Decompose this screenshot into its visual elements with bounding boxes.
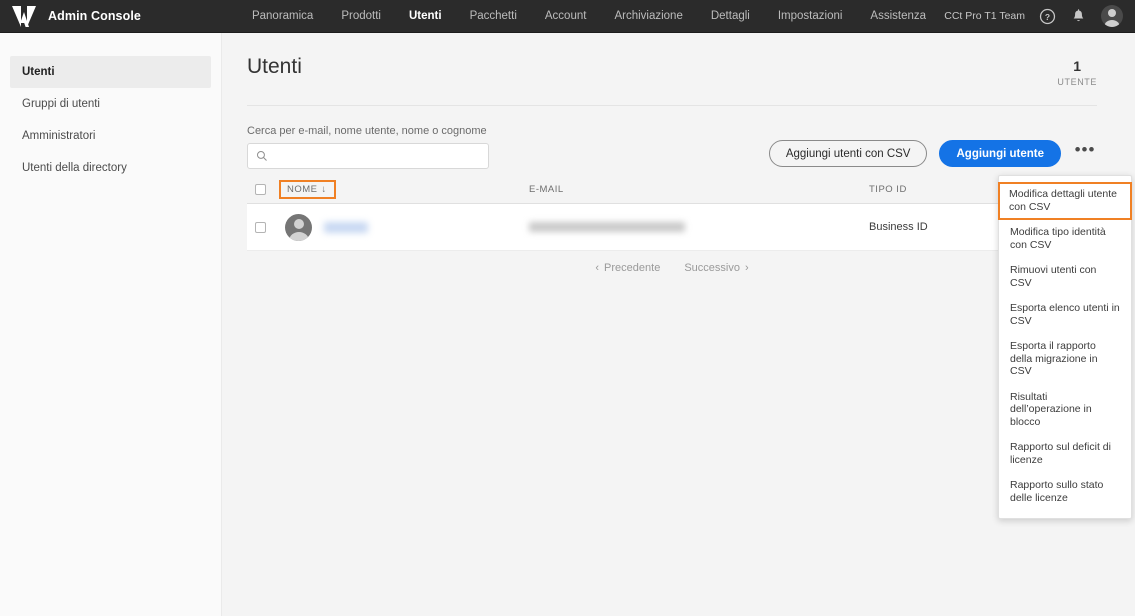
pagination-next-label: Successivo [684,262,740,274]
svg-text:?: ? [1045,11,1050,21]
top-navigation-bar: Admin Console Panoramica Prodotti Utenti… [0,0,1135,33]
user-count-value: 1 [1073,58,1082,74]
page-title: Utenti [247,55,302,78]
menu-item-rimuovi-utenti-con-csv[interactable]: Rimuovi utenti con CSV [999,258,1131,296]
search-label: Cerca per e-mail, nome utente, nome o co… [247,125,487,137]
sidebar: Utenti Gruppi di utenti Amministratori U… [0,33,222,616]
pagination-previous-label: Precedente [604,262,661,274]
row-email-redacted [529,222,685,232]
organization-name: CCt Pro T1 Team [944,10,1025,22]
chevron-left-icon: ‹ [595,262,600,274]
menu-item-modifica-tipo-identita-con-csv[interactable]: Modifica tipo identità con CSV [999,220,1131,258]
users-table: NOME ↓ E-MAIL TIPO ID PRODOT Business ID… [247,175,1097,283]
table-row[interactable]: Business ID Ps [247,204,1097,251]
sidebar-item-utenti-della-directory[interactable]: Utenti della directory [10,152,211,184]
row-checkbox-cell [247,221,279,233]
menu-item-esporta-elenco-utenti-in-csv[interactable]: Esporta elenco utenti in CSV [999,296,1131,334]
top-right-area: CCt Pro T1 Team ? [944,5,1135,27]
select-all-checkbox-cell [247,183,279,195]
column-header-name-cell: NOME ↓ [279,179,529,199]
nav-item-account[interactable]: Account [531,0,601,33]
user-count-label: UTENTE [1057,77,1097,87]
sidebar-item-utenti[interactable]: Utenti [10,56,211,88]
search-box[interactable] [247,143,489,169]
nav-item-dettagli[interactable]: Dettagli [697,0,764,33]
toolbar: Cerca per e-mail, nome utente, nome o co… [247,106,1097,169]
notification-bell-icon[interactable] [1070,8,1087,25]
nav-item-prodotti[interactable]: Prodotti [327,0,395,33]
sidebar-item-label: Amministratori [22,130,96,142]
nav-item-archiviazione[interactable]: Archiviazione [600,0,696,33]
pagination: ‹ Precedente Successivo › Element [247,253,1097,283]
row-email-cell [529,222,869,232]
nav-item-pacchetti[interactable]: Pacchetti [456,0,531,33]
nav-item-impostazioni[interactable]: Impostazioni [764,0,857,33]
nav-item-assistenza[interactable]: Assistenza [856,0,940,33]
pagination-previous[interactable]: ‹ Precedente [595,262,660,274]
brand-area[interactable]: Admin Console [0,4,141,29]
sidebar-item-label: Gruppi di utenti [22,98,100,110]
nav-item-utenti[interactable]: Utenti [395,0,456,33]
user-avatar-icon[interactable] [1101,5,1123,27]
menu-item-esporta-rapporto-migrazione-in-csv[interactable]: Esporta il rapporto della migrazione in … [999,334,1131,385]
select-all-checkbox[interactable] [255,183,266,195]
column-header-name-label: NOME [287,184,318,195]
more-options-menu: Modifica dettagli utente con CSV Modific… [998,175,1132,519]
column-header-name[interactable]: NOME ↓ [279,180,336,199]
add-users-csv-button[interactable]: Aggiungi utenti con CSV [768,140,928,167]
menu-item-risultati-operazione-in-blocco[interactable]: Risultati dell’operazione in blocco [999,385,1131,436]
page-header: Utenti 1 UTENTE [247,33,1097,106]
row-id-type: Business ID [869,221,928,233]
column-header-id-type[interactable]: TIPO ID [869,184,999,195]
search-input[interactable] [274,146,474,166]
sidebar-item-label: Utenti [22,66,55,78]
toolbar-actions: Aggiungi utenti con CSV Aggiungi utente … [768,140,1097,167]
search-icon [257,151,267,161]
chevron-right-icon: › [744,262,749,274]
table-header-row: NOME ↓ E-MAIL TIPO ID PRODOT [247,175,1097,204]
row-select-checkbox[interactable] [255,221,266,233]
sort-descending-icon: ↓ [321,184,327,195]
sidebar-item-label: Utenti della directory [22,162,127,174]
row-user-name-redacted [324,221,368,233]
user-avatar-icon [285,213,312,241]
brand-title: Admin Console [48,9,141,23]
more-options-button[interactable]: ••• [1073,141,1097,166]
main-content: Utenti 1 UTENTE Cerca per e-mail, nome u… [222,33,1135,616]
help-circle-icon[interactable]: ? [1039,8,1056,25]
main-nav: Panoramica Prodotti Utenti Pacchetti Acc… [238,0,940,33]
row-name-cell [279,213,529,241]
menu-item-rapporto-stato-licenze[interactable]: Rapporto sullo stato delle licenze [999,473,1131,511]
sidebar-item-amministratori[interactable]: Amministratori [10,120,211,152]
pagination-next[interactable]: Successivo › [684,262,748,274]
sidebar-item-gruppi-di-utenti[interactable]: Gruppi di utenti [10,88,211,120]
nav-item-panoramica[interactable]: Panoramica [238,0,327,33]
adobe-logo-icon [12,5,36,27]
menu-item-modifica-dettagli-utente-con-csv[interactable]: Modifica dettagli utente con CSV [998,182,1132,220]
menu-item-rapporto-deficit-licenze[interactable]: Rapporto sul deficit di licenze [999,435,1131,473]
user-count: 1 UTENTE [1057,58,1097,87]
add-user-button[interactable]: Aggiungi utente [939,140,1061,167]
column-header-email[interactable]: E-MAIL [529,184,869,195]
